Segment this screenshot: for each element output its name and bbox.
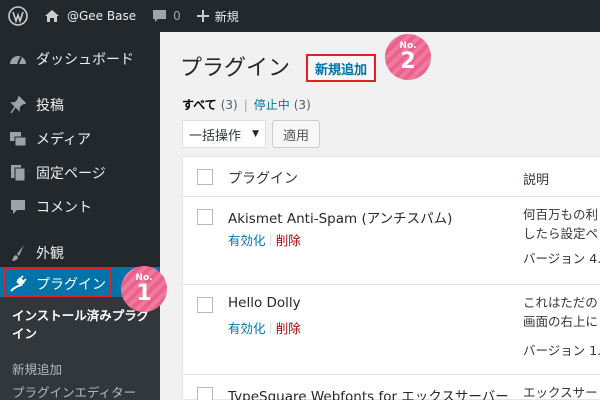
sidebar-item-appearance[interactable]: 外観 xyxy=(0,236,160,270)
pin-icon xyxy=(0,96,36,114)
plugin-name: TypeSquare Webfonts for エックスサーバー xyxy=(228,389,509,400)
add-new-button[interactable]: 新規追加 xyxy=(306,54,376,82)
sidebar-item-label: コメント xyxy=(36,200,92,216)
new-label: 新規 xyxy=(214,9,239,24)
bulk-action-select[interactable]: 一括操作 ▼ xyxy=(182,120,266,148)
table-row: Akismet Anti-Spam (アンチスパム) 有効化 | 削除 何百万も… xyxy=(183,197,600,285)
main-content: プラグイン 新規追加 すべて (3) | 停止中 (3) 一括操作 ▼ 適用 プ… xyxy=(160,32,600,400)
filter-inactive-count: (3) xyxy=(293,97,311,112)
plugin-actions: 有効化 | 削除 xyxy=(228,318,301,337)
callout-badge-2: No. 2 xyxy=(385,34,431,80)
table-row: TypeSquare Webfonts for エックスサーバー エックスサー xyxy=(183,375,600,400)
admin-sidebar: ダッシュボード 投稿 メディア 固定ページ コメント 外観 プラグイン インスト… xyxy=(0,32,160,400)
plugin-description: エックスサー xyxy=(523,385,598,400)
table-row: Hello Dolly 有効化 | 削除 これはただの 画面の右上に バージョン… xyxy=(183,285,600,375)
filter-all[interactable]: すべて xyxy=(182,96,217,113)
new-content-link[interactable]: 新規 xyxy=(189,0,247,32)
row-checkbox[interactable] xyxy=(197,387,213,400)
plus-icon xyxy=(196,10,209,22)
row-checkbox[interactable] xyxy=(197,297,213,313)
sidebar-item-pages[interactable]: 固定ページ xyxy=(0,156,160,190)
activate-link[interactable]: 有効化 xyxy=(228,318,266,337)
sidebar-item-label: ダッシュボード xyxy=(36,52,134,68)
media-icon xyxy=(0,131,36,147)
submenu-plugin-editor[interactable]: プラグインエディター xyxy=(12,384,157,400)
apply-button[interactable]: 適用 xyxy=(272,120,320,148)
page-title: プラグイン xyxy=(180,56,291,81)
activate-link[interactable]: 有効化 xyxy=(228,230,266,249)
submenu-installed-plugins[interactable]: インストール済みプラグイン xyxy=(12,307,157,343)
comment-icon xyxy=(0,199,36,215)
delete-link[interactable]: 削除 xyxy=(276,318,301,337)
plugin-actions: 有効化 | 削除 xyxy=(228,230,301,249)
sidebar-item-dashboard[interactable]: ダッシュボード xyxy=(0,42,160,76)
comment-bubble-icon xyxy=(153,10,167,22)
wordpress-logo-icon[interactable] xyxy=(0,0,36,32)
admin-bar: @Gee Base 0 新規 xyxy=(0,0,600,32)
bulk-action-value: 一括操作 xyxy=(189,128,242,144)
plugins-table: プラグイン 説明 Akismet Anti-Spam (アンチスパム) 有効化 … xyxy=(182,156,600,400)
sidebar-item-posts[interactable]: 投稿 xyxy=(0,88,160,122)
sidebar-item-label: 外観 xyxy=(36,246,64,262)
plugin-name: Hello Dolly xyxy=(228,295,301,311)
comments-link[interactable]: 0 xyxy=(144,0,189,32)
sidebar-item-label: 投稿 xyxy=(36,98,64,114)
action-separator: | xyxy=(268,318,273,333)
sidebar-item-label: 固定ページ xyxy=(36,166,106,182)
plugin-description: 画面の右上に xyxy=(523,314,599,329)
plugin-name: Akismet Anti-Spam (アンチスパム) xyxy=(228,211,453,227)
sidebar-item-label: メディア xyxy=(36,132,92,148)
delete-link[interactable]: 削除 xyxy=(276,230,301,249)
column-header-description: 説明 xyxy=(523,173,550,188)
filter-inactive[interactable]: 停止中 xyxy=(254,96,290,113)
sidebar-item-comments[interactable]: コメント xyxy=(0,190,160,224)
dashboard-icon xyxy=(0,51,36,67)
page-icon xyxy=(0,164,36,182)
plugin-description: これはただの xyxy=(523,295,598,310)
select-all-checkbox[interactable] xyxy=(197,169,213,185)
plugins-submenu: インストール済みプラグイン 新規追加 プラグインエディター xyxy=(0,297,160,400)
site-name: @Gee Base xyxy=(67,9,137,23)
sidebar-item-media[interactable]: メディア xyxy=(0,122,160,156)
plugin-description: 何百万もの利 xyxy=(523,207,599,222)
row-checkbox[interactable] xyxy=(197,209,213,225)
table-header: プラグイン 説明 xyxy=(183,157,600,197)
plugin-status-filters: すべて (3) | 停止中 (3) xyxy=(182,96,311,113)
site-name-link[interactable]: @Gee Base xyxy=(36,0,144,32)
filter-all-count: (3) xyxy=(220,97,238,112)
submenu-add-new[interactable]: 新規追加 xyxy=(12,361,157,379)
comment-count: 0 xyxy=(173,9,181,23)
filter-separator: | xyxy=(243,97,248,112)
home-icon xyxy=(45,10,59,22)
chevron-down-icon: ▼ xyxy=(252,129,259,139)
column-header-plugin: プラグイン xyxy=(228,171,298,187)
plugin-version: バージョン 1. xyxy=(523,343,600,358)
plugin-version: バージョン 4. xyxy=(523,251,600,266)
plugins-highlight-box xyxy=(3,267,111,297)
brush-icon xyxy=(0,244,36,262)
action-separator: | xyxy=(268,230,273,245)
plugin-description: したら設定ペ xyxy=(523,226,599,241)
